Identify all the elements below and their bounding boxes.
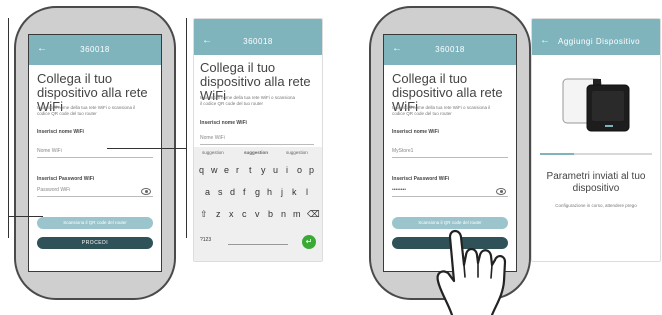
key[interactable]: e: [224, 165, 229, 175]
keyboard-screen: ▾ ◂ ▮ ← 360018 Collega il tuo dispositiv…: [193, 18, 323, 262]
key[interactable]: y: [261, 165, 266, 175]
description: Inserisci il nome della tua rete WiFi o …: [392, 105, 491, 116]
config-progress-bar: [540, 153, 652, 155]
key[interactable]: m: [293, 209, 301, 219]
key[interactable]: w: [211, 165, 218, 175]
app-bar-title: 360018: [435, 45, 465, 54]
app-bar: ← 360018: [194, 19, 322, 55]
symbols-key[interactable]: ?123: [200, 237, 211, 243]
progress-screen: ▾ ◂ ▮ ← Aggiungi Dispositivo Parametri i…: [531, 18, 661, 262]
callout-line-name: [107, 148, 187, 149]
key[interactable]: h: [267, 187, 272, 197]
suggestion-2[interactable]: suggestion: [244, 150, 268, 155]
app-bar: ← 360018: [29, 35, 161, 65]
callout-line-right: [186, 18, 187, 238]
key[interactable]: c: [242, 209, 247, 219]
key[interactable]: i: [286, 165, 288, 175]
password-field[interactable]: Password WiFi: [37, 187, 153, 197]
enter-key[interactable]: ↵: [302, 235, 316, 249]
key[interactable]: b: [268, 209, 273, 219]
key[interactable]: s: [218, 187, 223, 197]
app-bar-title: 360018: [80, 45, 110, 54]
key[interactable]: p: [309, 165, 314, 175]
suggestion-1[interactable]: suggestion: [202, 150, 224, 155]
key[interactable]: u: [273, 165, 278, 175]
key[interactable]: g: [255, 187, 260, 197]
network-name-field[interactable]: MyStore1: [392, 148, 508, 158]
key[interactable]: d: [230, 187, 235, 197]
phone-1: ← 360018 Collega il tuo dispositivo alla…: [14, 6, 176, 300]
key[interactable]: n: [281, 209, 286, 219]
key[interactable]: r: [236, 165, 239, 175]
phone-1-screen: ← 360018 Collega il tuo dispositivo alla…: [28, 34, 162, 272]
key[interactable]: v: [255, 209, 260, 219]
scan-qr-button[interactable]: Scansiona il QR code del router: [37, 217, 153, 229]
key[interactable]: k: [292, 187, 297, 197]
suggestion-3[interactable]: suggestion: [286, 150, 308, 155]
suggestion-bar: suggestion suggestion suggestion: [194, 147, 322, 159]
config-progress-fill: [540, 153, 574, 155]
app-bar: ← 360018: [384, 35, 516, 65]
network-name-label: Inserisci nome WiFi: [392, 129, 439, 135]
tapping-hand-icon: [436, 229, 507, 315]
description: Inserisci il nome della tua rete WiFi o …: [37, 105, 136, 116]
key[interactable]: a: [205, 187, 210, 197]
callout-line-scan: [8, 216, 43, 217]
key[interactable]: o: [297, 165, 302, 175]
network-name-label: Inserisci nome WiFi: [37, 129, 84, 135]
backspace-key[interactable]: ⌫: [307, 209, 320, 220]
network-name-label: Inserisci nome WiFi: [200, 120, 247, 126]
key[interactable]: l: [306, 187, 308, 197]
proceed-button[interactable]: PROCEDI: [37, 237, 153, 249]
params-sent-message: Parametri inviati al tuo dispositivo: [546, 171, 646, 194]
devices-image: [562, 78, 630, 132]
key[interactable]: x: [229, 209, 234, 219]
show-password-icon[interactable]: [496, 188, 506, 195]
key[interactable]: q: [199, 165, 204, 175]
network-name-field[interactable]: Nome WiFi: [200, 135, 314, 145]
key[interactable]: f: [243, 187, 246, 197]
password-label: Inserisci Password WiFi: [392, 176, 450, 182]
description: Inserisci il nome della tua rete WiFi o …: [200, 95, 296, 106]
app-bar-title: 360018: [243, 37, 273, 46]
app-bar: ← Aggiungi Dispositivo: [532, 19, 660, 55]
space-bar[interactable]: [228, 239, 288, 245]
password-label: Inserisci Password WiFi: [37, 176, 95, 182]
password-field[interactable]: ••••••••: [392, 187, 508, 197]
keyboard: suggestion suggestion suggestion q w e r…: [194, 147, 322, 261]
app-bar-title: Aggiungi Dispositivo: [558, 37, 641, 46]
config-status-text: Configurazione in corso, attendere prego: [555, 203, 637, 208]
callout-line-left: [8, 18, 9, 238]
key[interactable]: j: [281, 187, 283, 197]
back-arrow-icon[interactable]: ←: [540, 35, 550, 46]
network-name-field[interactable]: Nome WiFi: [37, 148, 153, 158]
show-password-icon[interactable]: [141, 188, 151, 195]
shift-key[interactable]: ⇧: [200, 209, 208, 220]
key[interactable]: z: [216, 209, 221, 219]
key[interactable]: t: [249, 165, 252, 175]
